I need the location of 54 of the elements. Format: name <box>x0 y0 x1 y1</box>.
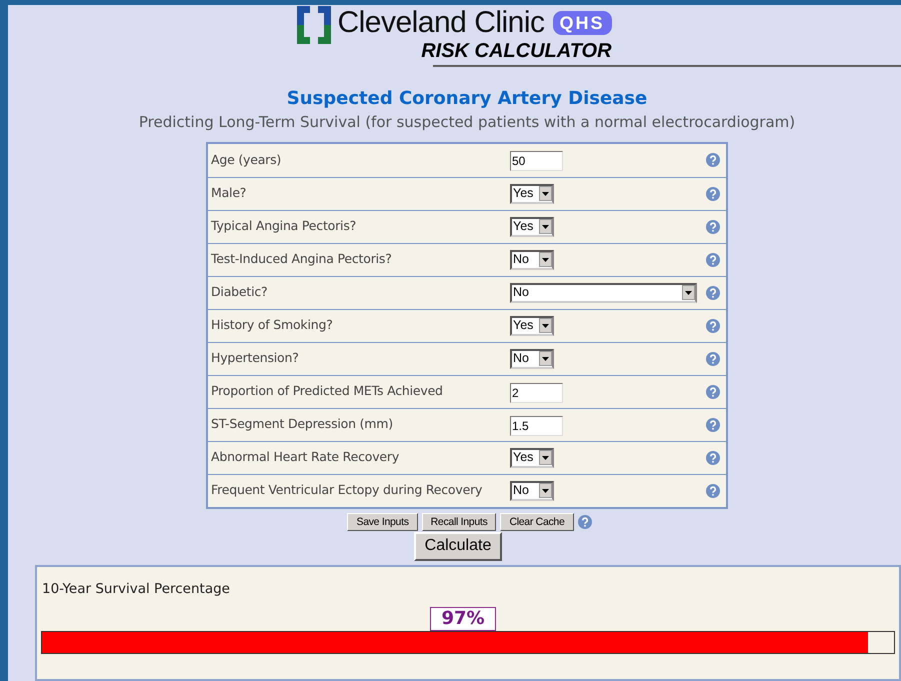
input-field[interactable]: 50 <box>510 151 563 172</box>
field-label: Test-Induced Angina Pectoris? <box>211 250 393 268</box>
help-icon[interactable] <box>706 286 720 300</box>
dropdown[interactable]: No <box>510 250 554 270</box>
dropdown[interactable]: No <box>510 480 554 501</box>
help-icon[interactable] <box>706 220 720 234</box>
caret-icon <box>542 224 549 229</box>
help-icon[interactable] <box>706 153 720 168</box>
input-field[interactable]: 1.5 <box>510 416 563 436</box>
field-label: Frequent Ventricular Ectopy during Recovery <box>211 481 484 500</box>
page-title: Suspected Coronary Artery Disease <box>286 88 648 110</box>
help-icon[interactable] <box>706 318 720 333</box>
caret-icon <box>542 356 549 361</box>
result-label: 10-Year Survival Percentage <box>42 580 231 599</box>
field-label: Male? <box>211 184 248 202</box>
action-button[interactable]: Save Inputs <box>347 512 418 531</box>
caret-icon <box>542 258 549 262</box>
help-icon[interactable] <box>706 418 720 432</box>
dropdown[interactable]: No <box>510 282 697 303</box>
field-label: Typical Angina Pectoris? <box>211 217 358 236</box>
calculate-button[interactable]: Calculate <box>414 532 502 561</box>
help-icon[interactable] <box>706 352 720 366</box>
field-label: Hypertension? <box>211 349 300 368</box>
brand-name: Cleveland Clinic <box>337 6 545 40</box>
dropdown[interactable]: No <box>510 348 554 369</box>
help-icon[interactable] <box>578 514 592 529</box>
page-description: Predicting Long-Term Survival (for suspected patients with a normal electrocardiogram) <box>138 112 796 132</box>
input-field[interactable]: 2 <box>510 382 563 403</box>
action-button[interactable]: Clear Cache <box>500 512 574 531</box>
field-label: Abnormal Heart Rate Recovery <box>211 448 400 466</box>
field-label: Proportion of Predicted METs Achieved <box>211 382 444 400</box>
result-value: 97% <box>430 607 496 632</box>
caret-icon <box>542 488 549 493</box>
dropdown[interactable]: Yes <box>510 448 554 468</box>
caret-icon <box>685 290 692 295</box>
help-icon[interactable] <box>706 450 720 465</box>
action-button[interactable]: Recall Inputs <box>422 512 496 531</box>
help-icon[interactable] <box>706 484 720 498</box>
brand-badge: QHS <box>552 11 612 35</box>
help-icon[interactable] <box>706 252 720 267</box>
field-label: ST-Segment Depression (mm) <box>211 415 394 434</box>
caret-icon <box>542 324 549 328</box>
dropdown[interactable]: Yes <box>510 184 554 204</box>
field-label: Age (years) <box>211 150 282 169</box>
caret-icon <box>542 456 549 460</box>
help-icon[interactable] <box>706 384 720 399</box>
caret-icon <box>542 192 549 196</box>
field-label: Diabetic? <box>211 283 268 302</box>
dropdown[interactable]: Yes <box>510 216 554 237</box>
field-label: History of Smoking? <box>211 316 334 334</box>
dropdown[interactable]: Yes <box>510 316 554 336</box>
help-icon[interactable] <box>706 186 720 201</box>
cross-logo-icon <box>297 6 332 44</box>
calculator-subtitle: RISK CALCULATOR <box>421 40 612 62</box>
